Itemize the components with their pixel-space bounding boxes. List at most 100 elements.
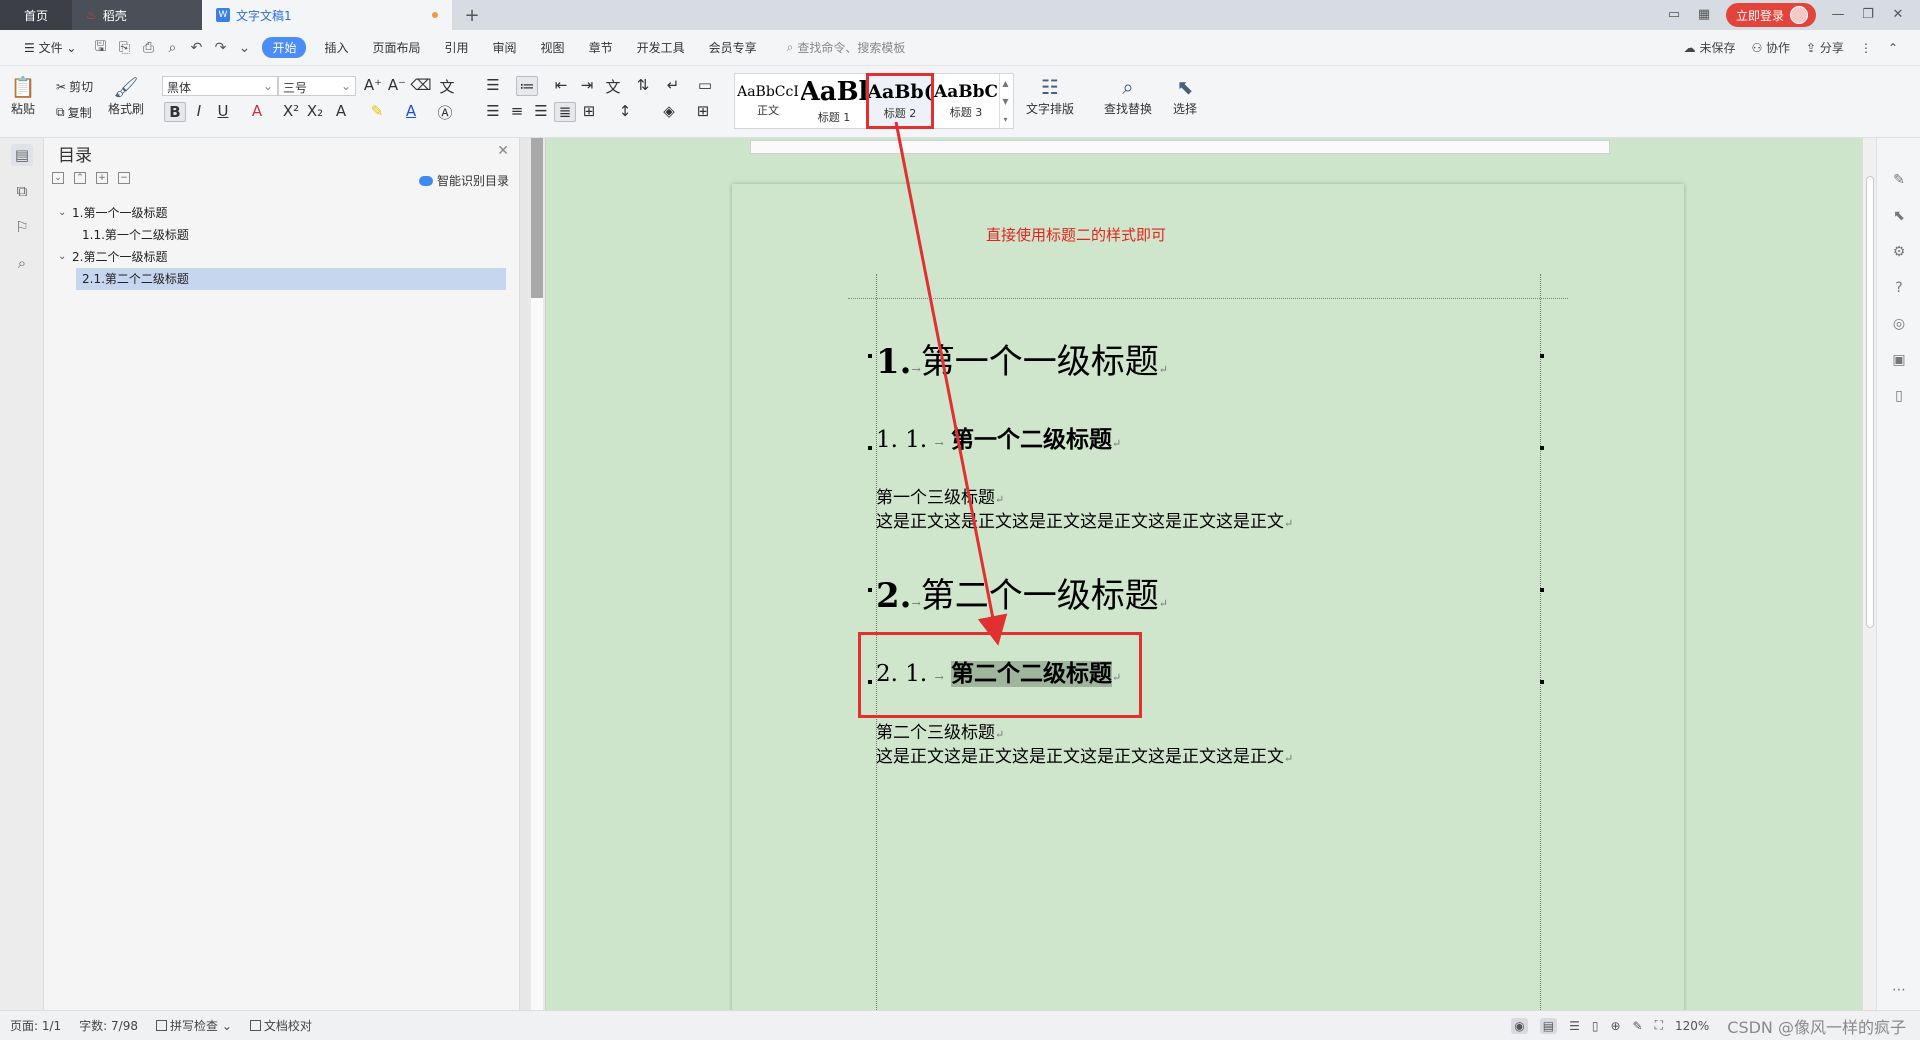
tab-section[interactable]: 章节 <box>577 39 625 56</box>
chevron-down-icon[interactable]: ⌄ <box>58 246 72 268</box>
book-icon[interactable]: ▯ <box>1889 386 1909 406</box>
format-painter-button[interactable]: 🖌 格式刷 <box>108 74 144 117</box>
font-color-button[interactable]: A <box>400 102 422 120</box>
pane-divider[interactable] <box>520 138 528 1010</box>
redo-icon[interactable]: ↷ <box>208 36 232 60</box>
save-icon[interactable]: 🖫 <box>88 36 112 60</box>
grow-font-icon[interactable]: A⁺ <box>362 76 384 94</box>
vertical-scrollbar[interactable] <box>1862 138 1876 1010</box>
tab-references[interactable]: 引用 <box>433 39 481 56</box>
unsaved-status[interactable]: ☁ 未保存 <box>1684 39 1736 56</box>
char-border-icon[interactable]: Ⓐ <box>434 102 456 123</box>
close-window-icon[interactable]: ✕ <box>1890 7 1906 23</box>
shrink-font-icon[interactable]: A⁻ <box>386 76 408 94</box>
text-layout-button[interactable]: ☷ 文字排版 <box>1026 74 1074 117</box>
toc-item[interactable]: 1.1.第一个二级标题 <box>52 224 506 246</box>
decrease-indent-icon[interactable]: ⇤ <box>550 76 572 94</box>
line-spacing-icon[interactable]: ↕ <box>614 102 636 120</box>
toc-item[interactable]: ⌄ 1.第一个一级标题 <box>52 202 506 224</box>
new-tab-button[interactable]: + <box>452 0 492 30</box>
pinyin-icon[interactable]: 文 <box>436 76 458 97</box>
heading-2-first[interactable]: 1. 1. → 第一个二级标题↵ <box>876 420 1121 454</box>
show-marks-icon[interactable]: ↵ <box>662 76 684 94</box>
text-effect-button[interactable]: A <box>330 102 352 120</box>
more-icon[interactable]: ⋯ <box>1889 980 1909 1000</box>
highlight-icon[interactable]: ✎ <box>366 102 388 120</box>
shading-icon[interactable]: ◈ <box>658 102 680 120</box>
select-button[interactable]: ⬉ 选择 <box>1172 74 1198 117</box>
align-center-icon[interactable]: ≡ <box>506 102 528 120</box>
page-count[interactable]: 页面: 1/1 <box>10 1017 61 1034</box>
proofread-toggle[interactable]: 文档校对 <box>249 1017 312 1034</box>
page-view-icon[interactable]: ▤ <box>1539 1017 1558 1034</box>
help-icon[interactable]: ? <box>1889 278 1909 298</box>
add-icon[interactable]: + <box>96 172 108 184</box>
tab-start[interactable]: 开始 <box>262 37 307 58</box>
sliders-icon[interactable]: ⚙ <box>1889 242 1909 262</box>
restore-icon[interactable]: ❐ <box>1860 7 1876 23</box>
strikethrough-button[interactable]: A <box>246 102 268 120</box>
chevron-up-icon[interactable]: ▲ <box>1002 79 1008 88</box>
close-icon[interactable]: ✕ <box>497 143 509 159</box>
toc-panel-icon[interactable]: ▤ <box>11 144 33 166</box>
smart-toc-button[interactable]: 智能识别目录 <box>418 172 509 189</box>
expand-all-icon[interactable]: ⌃ <box>74 172 86 184</box>
outline-view-icon[interactable]: ☰ <box>1569 1019 1580 1033</box>
customize-chevron-icon[interactable]: ⌄ <box>232 36 256 60</box>
font-size-select[interactable]: 三号 ⌄ <box>278 76 356 96</box>
minimize-icon[interactable]: — <box>1830 7 1846 23</box>
tab-home[interactable]: 首页 <box>0 0 72 30</box>
borders-icon[interactable]: ⊞ <box>692 102 714 120</box>
tab-insert[interactable]: 插入 <box>312 39 360 56</box>
increase-indent-icon[interactable]: ⇥ <box>576 76 598 94</box>
style-heading-1[interactable]: AaBl 标题 1 <box>801 74 867 128</box>
remove-icon[interactable]: − <box>118 172 130 184</box>
superscript-button[interactable]: X² <box>280 102 302 120</box>
collab-button[interactable]: ⚇ 协作 <box>1751 39 1790 56</box>
bold-button[interactable]: B <box>164 102 186 122</box>
chinese-layout-icon[interactable]: 文 <box>602 76 624 97</box>
web-view-icon[interactable]: ⊕ <box>1610 1019 1620 1033</box>
heading-3-second[interactable]: 第二个三级标题↵ <box>876 718 1004 743</box>
toc-item-selected[interactable]: 2.1.第二个二级标题 <box>76 268 506 290</box>
chapter-icon[interactable]: ⧉ <box>11 180 33 202</box>
print-icon[interactable]: ⎙ <box>136 36 160 60</box>
layout-icon[interactable]: ▭ <box>1666 7 1682 23</box>
font-family-select[interactable]: 黑体 ⌄ <box>162 76 278 96</box>
body-paragraph-second[interactable]: 这是正文这是正文这是正文这是正文这是正文这是正文↵ <box>876 742 1293 767</box>
justify-icon[interactable]: ≣ <box>554 102 576 122</box>
tab-member[interactable]: 会员专享 <box>697 39 769 56</box>
cut-button[interactable]: ✂ 剪切 <box>56 78 93 95</box>
image-icon[interactable]: ▣ <box>1889 350 1909 370</box>
tab-daoke[interactable]: ♨ 稻壳 <box>72 0 202 30</box>
align-right-icon[interactable]: ☰ <box>530 102 552 120</box>
tab-page-layout[interactable]: 页面布局 <box>361 39 433 56</box>
tab-view[interactable]: 视图 <box>529 39 577 56</box>
zoom-level[interactable]: 120% <box>1675 1019 1709 1033</box>
style-heading-3[interactable]: AaBbC 标题 3 <box>933 74 999 128</box>
cursor-icon[interactable]: ⬉ <box>1889 206 1909 226</box>
chevron-down-icon[interactable]: ⌄ <box>58 202 72 224</box>
location-icon[interactable]: ◎ <box>1889 314 1909 334</box>
bookmark-icon[interactable]: ⚐ <box>11 216 33 238</box>
body-paragraph-first[interactable]: 这是正文这是正文这是正文这是正文这是正文这是正文↵ <box>876 507 1293 532</box>
style-gallery-scroll[interactable]: ▲ ▼ ▾ <box>999 74 1011 128</box>
heading-1-second[interactable]: 2.→第二个一级标题↵ <box>876 568 1168 617</box>
expand-icon[interactable]: ▾ <box>1003 115 1007 124</box>
collapse-all-icon[interactable]: ⌄ <box>52 172 64 184</box>
chevron-down-icon[interactable]: ▼ <box>1002 97 1008 106</box>
login-button[interactable]: 立即登录 <box>1725 3 1816 27</box>
sort-icon[interactable]: ⇅ <box>632 76 654 94</box>
clear-format-icon[interactable]: ⌫ <box>410 76 432 94</box>
find-replace-button[interactable]: ⌕ 查找替换 <box>1104 74 1152 117</box>
share-button[interactable]: ⇪ 分享 <box>1806 39 1844 56</box>
pen-icon[interactable]: ✎ <box>1889 170 1909 190</box>
undo-icon[interactable]: ↶ <box>184 36 208 60</box>
tab-document[interactable]: W 文字文稿1 <box>202 0 452 30</box>
tab-developer[interactable]: 开发工具 <box>625 39 697 56</box>
apps-grid-icon[interactable]: ▦ <box>1696 7 1712 23</box>
numbered-list-icon[interactable]: ≔ <box>516 76 538 96</box>
table-tools-icon[interactable]: ▭ <box>694 76 716 94</box>
command-search[interactable]: ⌕ 查找命令、搜索模板 <box>787 39 906 56</box>
write-view-icon[interactable]: ✎ <box>1633 1019 1643 1033</box>
